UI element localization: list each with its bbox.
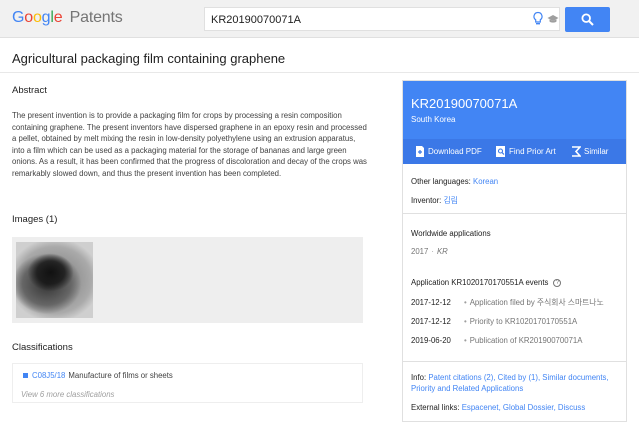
patent-drawing-thumbnail[interactable] xyxy=(16,242,93,318)
classification-bullet-icon xyxy=(23,373,28,379)
publication-number: KR20190070071A xyxy=(411,96,518,111)
logo-product-name: Patents xyxy=(69,9,123,26)
panel-header: KR20190070071A South Korea Download PDF … xyxy=(403,81,626,164)
worldwide-country-link[interactable]: KR xyxy=(437,247,448,256)
abstract-text: The present invention is to provide a pa… xyxy=(12,111,367,178)
classification-description: Manufacture of films or sheets xyxy=(68,371,173,380)
action-bar: Download PDF Find Prior Art Similar xyxy=(403,139,626,164)
other-languages-label: Other languages: xyxy=(411,177,471,186)
country-name: South Korea xyxy=(411,115,456,124)
event-text: Application filed by xyxy=(469,298,537,307)
event-date: 2017-12-12 xyxy=(411,317,451,326)
classification-row: C08J5/18 Manufacture of films or sheets xyxy=(23,371,173,380)
external-links[interactable]: Espacenet, Global Dossier, Discuss xyxy=(462,403,586,412)
similar-icon xyxy=(572,146,581,157)
logo-letter: G xyxy=(12,9,25,26)
graduation-cap-icon[interactable] xyxy=(547,13,559,25)
info-label: Info: xyxy=(411,373,427,382)
image-carousel xyxy=(12,237,363,323)
external-links-label: External links: xyxy=(411,403,460,412)
logo-letter: e xyxy=(53,9,63,26)
logo-letter: o xyxy=(32,9,42,26)
classifications-card: C08J5/18 Manufacture of films or sheets V… xyxy=(12,363,363,403)
prior-art-icon xyxy=(496,146,505,157)
search-box xyxy=(204,7,560,31)
event-text: Priority to KR1020170170551A xyxy=(469,317,578,326)
timeline-dot-icon: • xyxy=(464,317,467,326)
pdf-icon xyxy=(416,146,424,157)
page-title: Agricultural packaging film containing g… xyxy=(12,51,286,66)
events-heading-row: Application KR1020170170551A events? xyxy=(411,278,562,287)
classifications-heading: Classifications xyxy=(12,342,73,353)
inventor-label: Inventor: xyxy=(411,196,442,205)
panel-divider xyxy=(403,213,626,214)
timeline-dot-icon: • xyxy=(464,336,467,345)
panel-divider xyxy=(403,361,626,362)
event-date: 2017-12-12 xyxy=(411,298,451,307)
google-patents-logo[interactable]: Google Patents xyxy=(12,9,123,27)
images-heading: Images (1) xyxy=(12,214,58,225)
search-button[interactable] xyxy=(565,7,610,32)
worldwide-year: 2017 xyxy=(411,247,429,256)
worldwide-row: 2017 · KR xyxy=(411,247,448,256)
classification-code-link[interactable]: C08J5/18 xyxy=(32,371,65,380)
lightbulb-icon[interactable] xyxy=(532,11,544,27)
search-input[interactable] xyxy=(211,12,511,28)
separator-dot: · xyxy=(431,247,434,256)
event-row: 2017-12-12 • Priority to KR1020170170551A xyxy=(411,317,577,326)
other-language-link[interactable]: Korean xyxy=(473,177,498,186)
find-prior-art-label: Find Prior Art xyxy=(509,147,556,156)
info-row: Info: Patent citations (2), Cited by (1)… xyxy=(411,372,623,394)
info-links[interactable]: Patent citations (2), Cited by (1), Simi… xyxy=(411,373,609,393)
events-heading: Application KR1020170170551A events xyxy=(411,278,549,287)
event-row: 2017-12-12 • Application filed by 주식회사 스마트… xyxy=(411,297,604,308)
event-date: 2019-06-20 xyxy=(411,336,451,345)
search-icon xyxy=(581,13,594,26)
worldwide-heading: Worldwide applications xyxy=(411,229,491,238)
title-divider xyxy=(0,72,639,73)
abstract-heading: Abstract xyxy=(12,85,47,96)
inventor-row: Inventor: 김림 xyxy=(411,195,458,206)
patent-info-panel: KR20190070071A South Korea Download PDF … xyxy=(402,80,627,422)
view-more-classifications-link[interactable]: View 6 more classifications xyxy=(21,390,114,399)
top-bar: Google Patents xyxy=(0,0,639,38)
similar-label: Similar xyxy=(584,147,609,156)
assignee-link[interactable]: 주식회사 스마트나노 xyxy=(537,298,604,307)
event-row: 2019-06-20 • Publication of KR20190070071A xyxy=(411,336,582,345)
logo-letter: o xyxy=(24,9,33,26)
inventor-link[interactable]: 김림 xyxy=(444,196,458,205)
event-text: Publication of KR20190070071A xyxy=(469,336,583,345)
other-languages-row: Other languages: Korean xyxy=(411,177,498,186)
external-links-row: External links: Espacenet, Global Dossie… xyxy=(411,402,623,413)
help-icon[interactable]: ? xyxy=(553,278,562,287)
download-pdf-label: Download PDF xyxy=(428,147,482,156)
timeline-dot-icon: • xyxy=(464,298,467,307)
